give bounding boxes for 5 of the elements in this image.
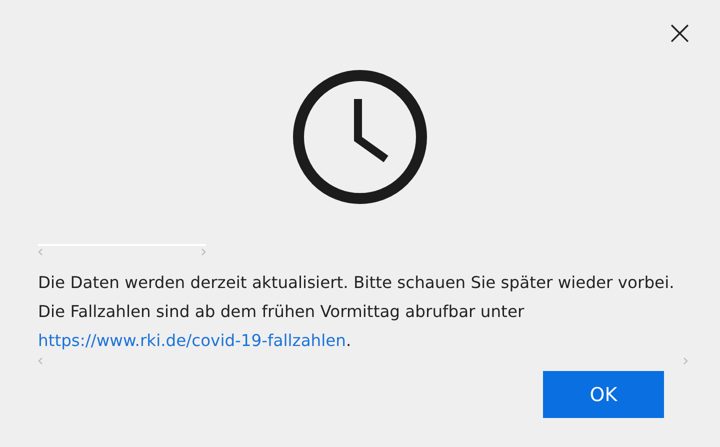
message-text: Die Daten werden derzeit aktualisiert. Bitte schauen Sie später wieder vorbei. Die Fallzahlen sind ab dem frühen Vormittag abrufbar unter https://www.rki.de/covid-19-fallzahlen. bbox=[38, 272, 676, 352]
link[interactable]: https://www.rki.de/covid-19-fallzahlen bbox=[38, 331, 346, 350]
close-button[interactable]: × bbox=[666, 17, 694, 49]
clock-icon bbox=[292, 69, 428, 205]
ok-button[interactable]: OK bbox=[543, 371, 664, 418]
